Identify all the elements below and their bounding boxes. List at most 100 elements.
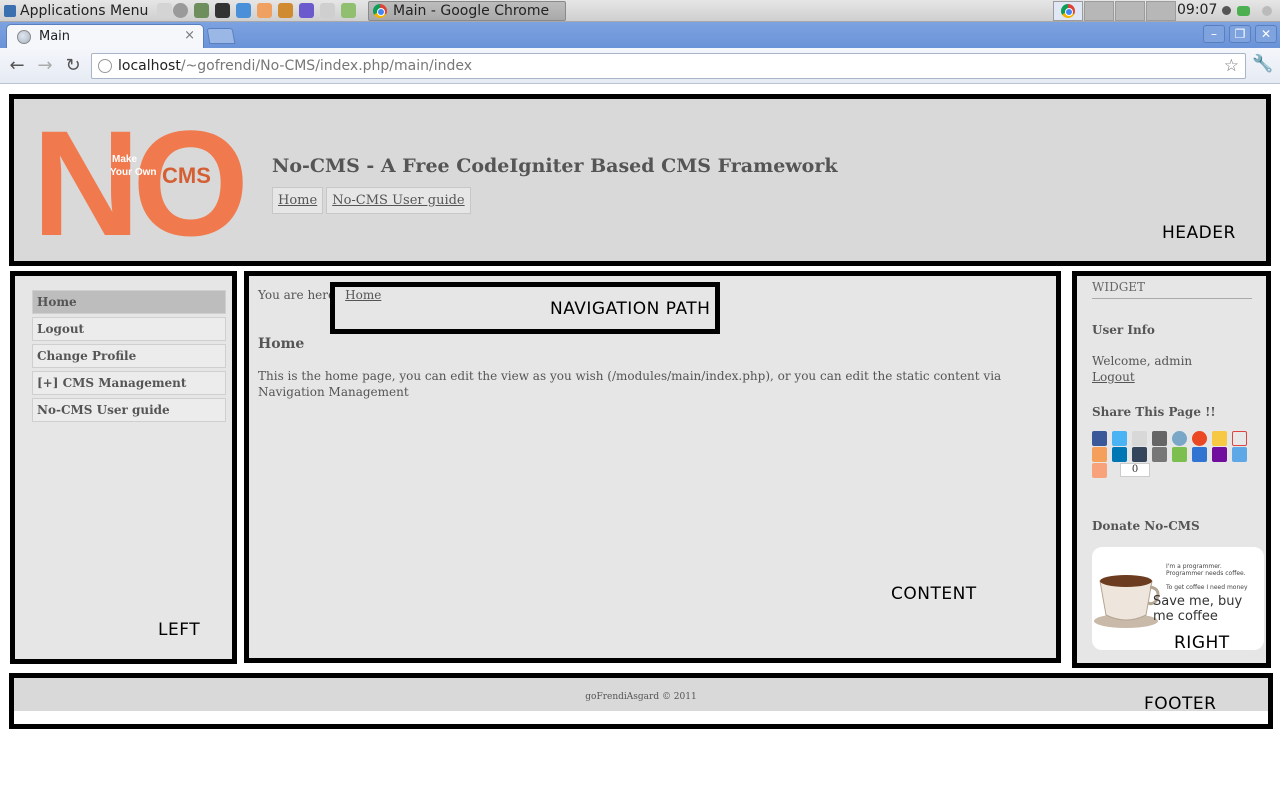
donate-line-2: To get coffee I need money [1166, 584, 1248, 591]
url-path: /~gofrendi/No-CMS/index.php/main/index [180, 58, 473, 74]
bookmark-star-icon[interactable]: ☆ [1224, 56, 1239, 76]
favorites-share-icon[interactable] [1212, 431, 1227, 446]
maximize-button[interactable]: ❐ [1229, 25, 1251, 43]
footer-copyright: goFrendiAsgard © 2011 [585, 692, 697, 702]
facebook-share-icon[interactable] [1092, 431, 1107, 446]
welcome-text: Welcome, admin [1092, 354, 1193, 368]
chrome-icon [373, 4, 387, 18]
user-info-title: User Info [1092, 323, 1155, 337]
url-host: localhost [118, 58, 181, 74]
donate-line-1: I'm a programmer. Programmer needs coffe… [1166, 563, 1246, 577]
navigation-path-label: NAVIGATION PATH [550, 299, 711, 319]
launcher-media-icon[interactable] [299, 3, 314, 18]
navigation-path-box: NAVIGATION PATH [330, 282, 720, 334]
content-title: Home [258, 336, 305, 352]
header-region: NO Make Your Own CMS No-CMS - A Free Cod… [9, 94, 1271, 266]
tray-workspace-2[interactable] [1115, 1, 1145, 21]
email-share-icon[interactable] [1132, 431, 1147, 446]
page-info-icon[interactable] [98, 59, 112, 73]
left-menu-user-guide[interactable]: No-CMS User guide [32, 398, 226, 422]
right-label: RIGHT [1174, 633, 1230, 653]
top-menu: Home No-CMS User guide [272, 187, 471, 214]
launcher-files-icon[interactable] [194, 3, 209, 18]
widget-logout-link[interactable]: Logout [1092, 370, 1135, 384]
tray-workspace-3[interactable] [1146, 1, 1176, 21]
taskbar-window-title: Main - Google Chrome [393, 3, 550, 19]
delicious-share-icon[interactable] [1192, 447, 1207, 462]
content-label: CONTENT [891, 584, 977, 604]
tray-workspace-1[interactable] [1084, 1, 1114, 21]
blogger-share-icon[interactable] [1092, 447, 1107, 462]
content-region: You are here Home NAVIGATION PATH Home T… [244, 271, 1061, 663]
widget-divider [1092, 298, 1252, 299]
yahoo-share-icon[interactable] [1212, 447, 1227, 462]
google-share-icon[interactable] [1172, 447, 1187, 462]
browser-toolbar: ← → ↻ localhost/~gofrendi/No-CMS/index.p… [0, 48, 1280, 84]
logo-tagline-1: Make [112, 154, 137, 165]
logo-no-text: NO [32, 117, 243, 245]
tumblr-share-icon[interactable] [1132, 447, 1147, 462]
share-title: Share This Page !! [1092, 405, 1216, 419]
site-title: No-CMS - A Free CodeIgniter Based CMS Fr… [272, 155, 838, 177]
tab-main[interactable]: Main × [6, 24, 204, 48]
twitter-share-icon[interactable] [1112, 431, 1127, 446]
close-window-button[interactable]: ✕ [1255, 25, 1277, 43]
addthis-more-icon[interactable] [1092, 463, 1107, 478]
header-label: HEADER [1162, 223, 1236, 243]
launcher-download-icon[interactable] [278, 3, 293, 18]
left-menu: Home Logout Change Profile [+] CMS Manag… [32, 290, 226, 425]
content-text: This is the home page, you can edit the … [258, 369, 1002, 399]
left-menu-change-profile[interactable]: Change Profile [32, 344, 226, 368]
live-share-icon[interactable] [1232, 447, 1247, 462]
tray-power-icon[interactable] [1262, 6, 1272, 16]
tray-battery-icon[interactable] [1237, 6, 1250, 16]
wrench-menu-icon[interactable]: 🔧 [1252, 54, 1273, 74]
donate-line-3: Save me, buy me coffee [1153, 594, 1243, 624]
launcher-folder-icon[interactable] [341, 3, 356, 18]
widget-title: WIDGET [1092, 280, 1146, 294]
reddit-share-icon[interactable] [1172, 431, 1187, 446]
logo-tagline-2: Your Own [110, 167, 156, 178]
tray-status-icon[interactable] [1222, 6, 1231, 15]
applications-menu-icon [4, 5, 16, 17]
launcher-app-icon[interactable] [173, 3, 188, 18]
clock[interactable]: 09:07 [1177, 2, 1217, 18]
footer-label: FOOTER [1144, 694, 1217, 714]
launcher-settings-icon[interactable] [236, 3, 251, 18]
applications-menu-label: Applications Menu [20, 3, 149, 19]
launcher-editor-icon[interactable] [257, 3, 272, 18]
digg-share-icon[interactable] [1152, 447, 1167, 462]
reload-icon[interactable]: ↻ [62, 54, 84, 76]
launcher-separator-icon [157, 3, 172, 18]
left-label: LEFT [158, 620, 201, 640]
donate-title: Donate No-CMS [1092, 519, 1200, 533]
minimize-button[interactable]: – [1203, 25, 1225, 43]
gmail-share-icon[interactable] [1232, 431, 1247, 446]
left-region: Home Logout Change Profile [+] CMS Manag… [10, 271, 237, 664]
print-share-icon[interactable] [1152, 431, 1167, 446]
logo-cms-text: CMS [162, 163, 211, 188]
top-menu-user-guide[interactable]: No-CMS User guide [326, 187, 471, 214]
back-arrow-icon[interactable]: ← [6, 54, 28, 76]
tab-favicon-icon [17, 29, 31, 44]
left-menu-home[interactable]: Home [32, 290, 226, 314]
forward-arrow-icon[interactable]: → [34, 54, 56, 76]
tray-chrome-icon[interactable] [1053, 1, 1083, 21]
address-bar[interactable]: localhost/~gofrendi/No-CMS/index.php/mai… [91, 53, 1246, 79]
share-count: 0 [1120, 463, 1150, 477]
launcher-search-icon[interactable] [320, 3, 335, 18]
left-menu-logout[interactable]: Logout [32, 317, 226, 341]
tab-close-icon[interactable]: × [184, 28, 195, 43]
left-menu-cms-management[interactable]: [+] CMS Management [32, 371, 226, 395]
applications-menu-button[interactable]: Applications Menu [4, 2, 148, 20]
launcher-terminal-icon[interactable] [215, 3, 230, 18]
top-menu-home[interactable]: Home [272, 187, 324, 214]
stumbleupon-share-icon[interactable] [1192, 431, 1207, 446]
desktop-top-panel: Applications Menu Main - Google Chrome 0… [0, 0, 1280, 22]
breadcrumb-prefix: You are here [258, 288, 336, 302]
new-tab-button[interactable] [206, 28, 236, 44]
tab-title: Main [39, 29, 71, 44]
no-cms-logo[interactable]: NO Make Your Own CMS [32, 117, 257, 245]
taskbar-chrome-window[interactable]: Main - Google Chrome [368, 1, 566, 21]
linkedin-share-icon[interactable] [1112, 447, 1127, 462]
